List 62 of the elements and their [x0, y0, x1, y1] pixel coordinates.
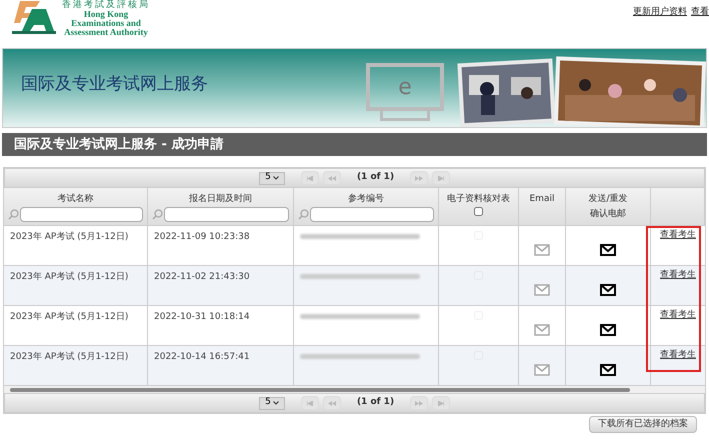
header-link[interactable]: 查看	[691, 6, 709, 48]
filter-field[interactable]	[20, 207, 143, 222]
logo-english-name: Examinations and	[71, 19, 141, 28]
last-page-button[interactable]	[432, 171, 450, 185]
exam-name-cell: 2023年 AP考试 (5月1-12日)	[10, 352, 128, 362]
envelope-icon[interactable]	[600, 324, 616, 336]
banner-title: 国际及专业考试网上服务	[21, 73, 208, 96]
date-cell: 2022-10-31 10:18:14	[154, 312, 250, 322]
first-page-button[interactable]	[300, 396, 319, 410]
last-page-icon	[438, 176, 444, 180]
column-header: 报名日期及时间	[189, 192, 252, 206]
first-page-icon	[306, 176, 313, 180]
logo-english-name: Assessment Authority	[64, 28, 148, 37]
view-candidate-link[interactable]: 查看考生	[660, 269, 696, 305]
page-info: (1 of 1)	[356, 396, 394, 410]
column-header: Email	[530, 193, 554, 206]
first-page-icon	[306, 400, 313, 406]
previous-page-icon	[328, 176, 336, 180]
last-page-icon	[438, 400, 444, 406]
next-page-button[interactable]	[410, 396, 428, 410]
logo-icon	[12, 1, 58, 34]
caret-icon	[272, 176, 279, 180]
download-button[interactable]: 下载所有已选择的档案	[589, 416, 697, 433]
first-page-button[interactable]	[300, 171, 319, 185]
column-header: 发送/重发	[588, 192, 628, 206]
search-icon	[8, 209, 19, 220]
horizontal-scrollbar[interactable]	[4, 386, 705, 393]
previous-page-button[interactable]	[322, 396, 341, 410]
last-page-button[interactable]	[432, 396, 450, 410]
date-cell: 2022-10-14 16:57:41	[154, 352, 250, 362]
header-link[interactable]: 更新用户资料	[633, 6, 687, 48]
search-icon	[298, 209, 309, 220]
envelope-icon[interactable]	[600, 284, 616, 296]
view-candidate-link[interactable]: 查看考生	[660, 229, 696, 265]
column-header: 电子资料核对表	[447, 192, 510, 206]
exam-name-cell: 2023年 AP考试 (5月1-12日)	[10, 272, 128, 282]
column-header: 参考编号	[348, 192, 384, 206]
search-icon	[152, 209, 163, 220]
date-cell: 2022-11-02 21:43:30	[154, 272, 250, 282]
next-page-icon	[415, 400, 424, 406]
envelope-icon[interactable]	[600, 244, 616, 256]
next-page-button[interactable]	[410, 171, 428, 185]
page-size-select[interactable]: 5	[258, 172, 285, 184]
next-page-icon	[415, 176, 424, 180]
page-info: (1 of 1)	[356, 171, 394, 184]
previous-page-icon	[328, 400, 336, 406]
filter-field[interactable]	[310, 207, 434, 222]
column-header: 确认电邮	[590, 208, 626, 221]
select-all-checkbox[interactable]	[474, 207, 483, 216]
view-candidate-link[interactable]: 查看考生	[660, 309, 696, 345]
exam-name-cell: 2023年 AP考试 (5月1-12日)	[10, 232, 128, 242]
page-size-select[interactable]: 5	[258, 396, 285, 410]
exam-name-cell: 2023年 AP考试 (5月1-12日)	[10, 312, 128, 322]
view-candidate-link[interactable]: 查看考生	[660, 349, 696, 385]
column-header: 考试名称	[58, 192, 94, 206]
caret-icon	[272, 401, 279, 405]
filter-field[interactable]	[164, 207, 289, 222]
envelope-icon[interactable]	[600, 364, 616, 376]
logo-english-name: Hong Kong	[84, 10, 128, 19]
section-title: 国际及专业考试网上服务 - 成功申請	[2, 133, 707, 156]
date-cell: 2022-11-09 10:23:38	[154, 232, 250, 242]
previous-page-button[interactable]	[322, 171, 341, 185]
